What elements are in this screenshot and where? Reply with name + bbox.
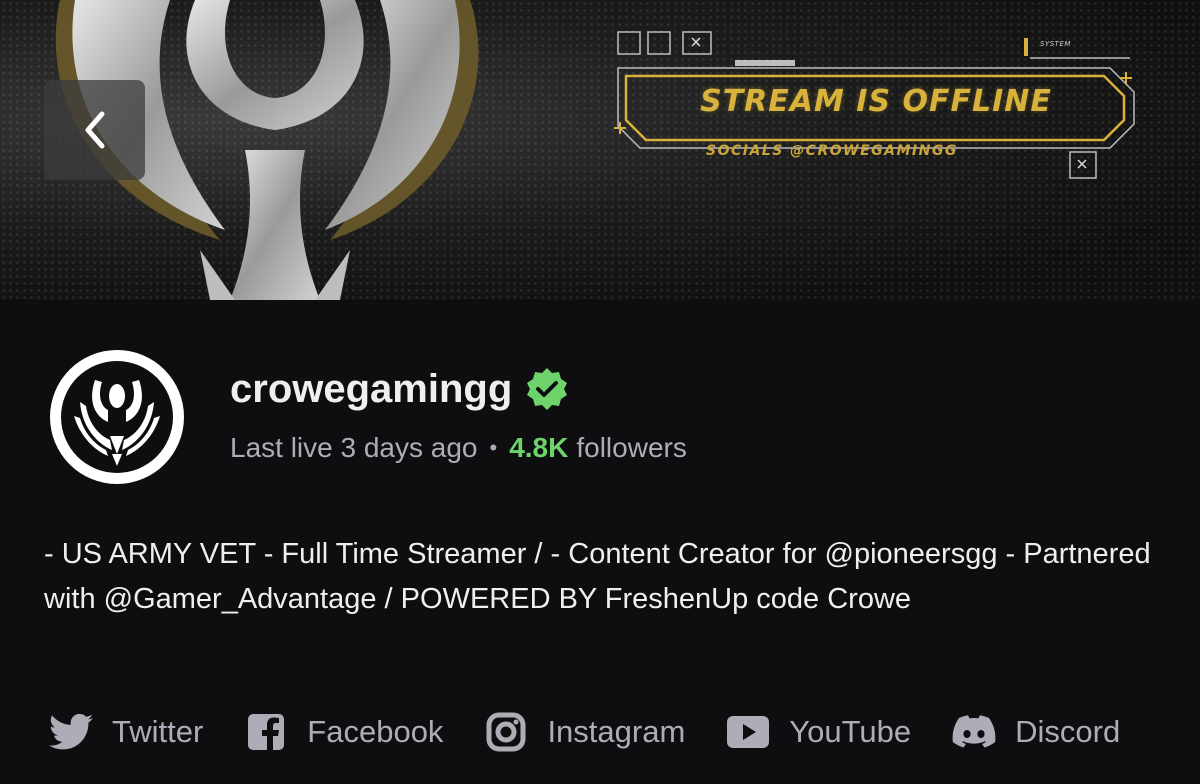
social-label-facebook: Facebook xyxy=(307,714,444,749)
social-label-discord: Discord xyxy=(1015,714,1121,749)
twitter-icon xyxy=(48,709,94,755)
followers-label[interactable]: followers xyxy=(576,432,686,464)
channel-banner: SYSTEM STREAM IS OFFLINE SOCIALS @CROWEG… xyxy=(0,0,1200,300)
social-label-youtube: YouTube xyxy=(789,714,912,749)
social-links: Twitter Facebook Instagram YouTube Disco… xyxy=(48,708,1158,756)
social-label-instagram: Instagram xyxy=(547,714,686,749)
meta-separator: • xyxy=(489,435,498,460)
social-link-instagram[interactable]: Instagram xyxy=(483,709,685,755)
stream-offline-text: STREAM IS OFFLINE xyxy=(700,83,1052,119)
banner-socials-text: SOCIALS @CROWEGAMINGG xyxy=(706,143,958,159)
discord-icon xyxy=(951,709,997,755)
channel-avatar[interactable] xyxy=(50,350,184,484)
chevron-left-icon xyxy=(85,111,104,149)
social-link-twitter[interactable]: Twitter xyxy=(48,709,203,755)
follower-count[interactable]: 4.8K xyxy=(509,432,568,464)
social-link-discord[interactable]: Discord xyxy=(951,709,1120,755)
offline-panel: STREAM IS OFFLINE xyxy=(618,68,1134,134)
facebook-icon xyxy=(243,709,289,755)
social-label-twitter: Twitter xyxy=(112,714,204,749)
channel-name[interactable]: crowegamingg xyxy=(230,367,512,412)
channel-name-row: crowegamingg xyxy=(230,366,570,412)
verified-badge-icon xyxy=(527,368,568,410)
instagram-icon xyxy=(483,709,529,755)
youtube-icon xyxy=(725,709,771,755)
back-button[interactable] xyxy=(44,80,145,180)
hud-system-label: SYSTEM xyxy=(1040,40,1071,48)
last-live-text: Last live 3 days ago xyxy=(230,432,478,463)
social-link-youtube[interactable]: YouTube xyxy=(725,709,911,755)
phoenix-logo-icon xyxy=(61,361,173,473)
channel-meta: Last live 3 days ago • 4.8K followers xyxy=(230,432,687,464)
social-link-facebook[interactable]: Facebook xyxy=(243,709,443,755)
channel-bio: - US ARMY VET - Full Time Streamer / - C… xyxy=(44,538,1151,615)
phoenix-emblem-graphic xyxy=(55,0,1135,300)
